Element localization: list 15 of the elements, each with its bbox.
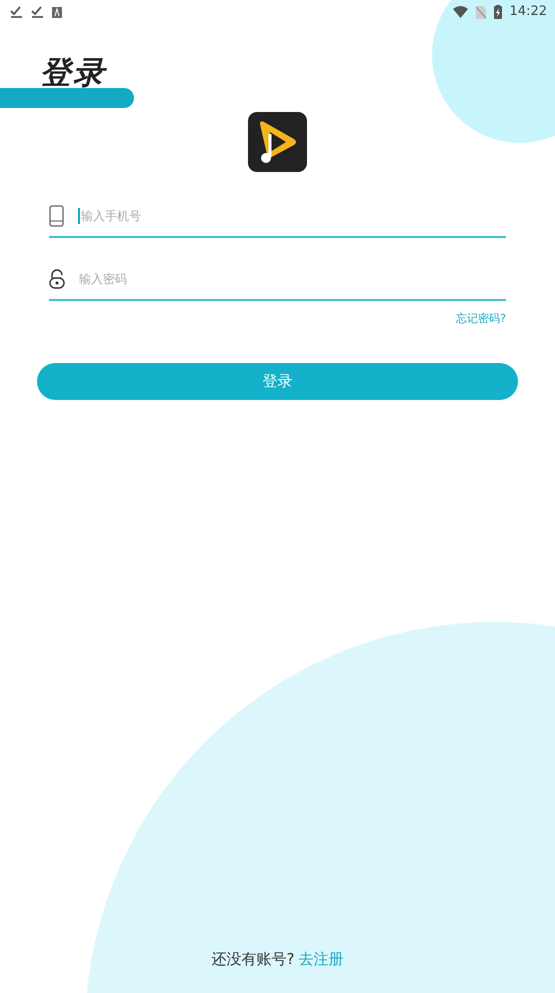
register-link[interactable]: 去注册 <box>298 948 344 970</box>
app-notification-icon <box>52 6 62 18</box>
checkmark-icon <box>31 6 44 18</box>
password-field[interactable]: 输入密码 <box>79 270 506 288</box>
login-button[interactable]: 登录 <box>37 362 518 400</box>
checkmark-icon <box>10 6 23 18</box>
no-account-text: 还没有账号? <box>212 949 294 970</box>
lock-icon <box>49 269 65 289</box>
forgot-password-link[interactable]: 忘记密码? <box>456 311 506 328</box>
clock-time: 14:22 <box>510 3 547 22</box>
app-logo <box>248 112 307 172</box>
page-title: 登录 <box>40 58 106 89</box>
phone-icon <box>49 205 64 227</box>
phone-field[interactable]: 输入手机号 <box>81 207 506 225</box>
wifi-icon <box>452 6 468 18</box>
